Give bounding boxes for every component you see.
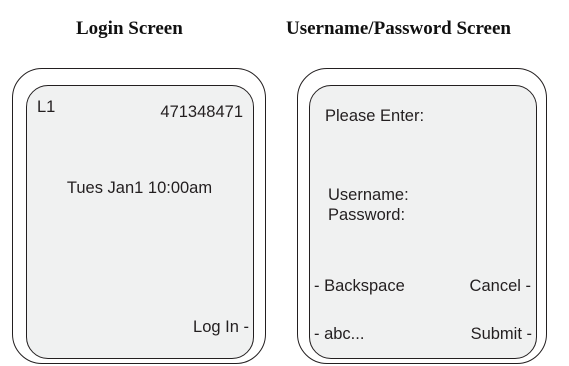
credentials-display: Please Enter: Username: Password: - Back…	[309, 85, 537, 359]
cancel-softkey[interactable]: Cancel -	[470, 277, 531, 296]
credentials-phone-frame: Please Enter: Username: Password: - Back…	[297, 68, 547, 364]
credentials-screen-heading: Username/Password Screen	[286, 18, 511, 39]
please-enter-prompt: Please Enter:	[325, 107, 425, 125]
abc-softkey[interactable]: - abc...	[314, 325, 364, 344]
login-screen-heading: Login Screen	[76, 18, 183, 39]
login-display: L1 471348471 Tues Jan1 10:00am Log In -	[26, 85, 254, 359]
username-label: Username:	[328, 186, 409, 204]
login-softkey[interactable]: Log In -	[193, 318, 249, 337]
submit-softkey[interactable]: Submit -	[471, 325, 532, 344]
login-phone-frame: L1 471348471 Tues Jan1 10:00am Log In -	[12, 68, 266, 364]
password-label: Password:	[328, 206, 406, 224]
backspace-softkey[interactable]: - Backspace	[314, 277, 405, 296]
line-label: L1	[37, 98, 56, 116]
extension-number: 471348471	[160, 103, 243, 121]
date-time: Tues Jan1 10:00am	[66, 179, 213, 197]
